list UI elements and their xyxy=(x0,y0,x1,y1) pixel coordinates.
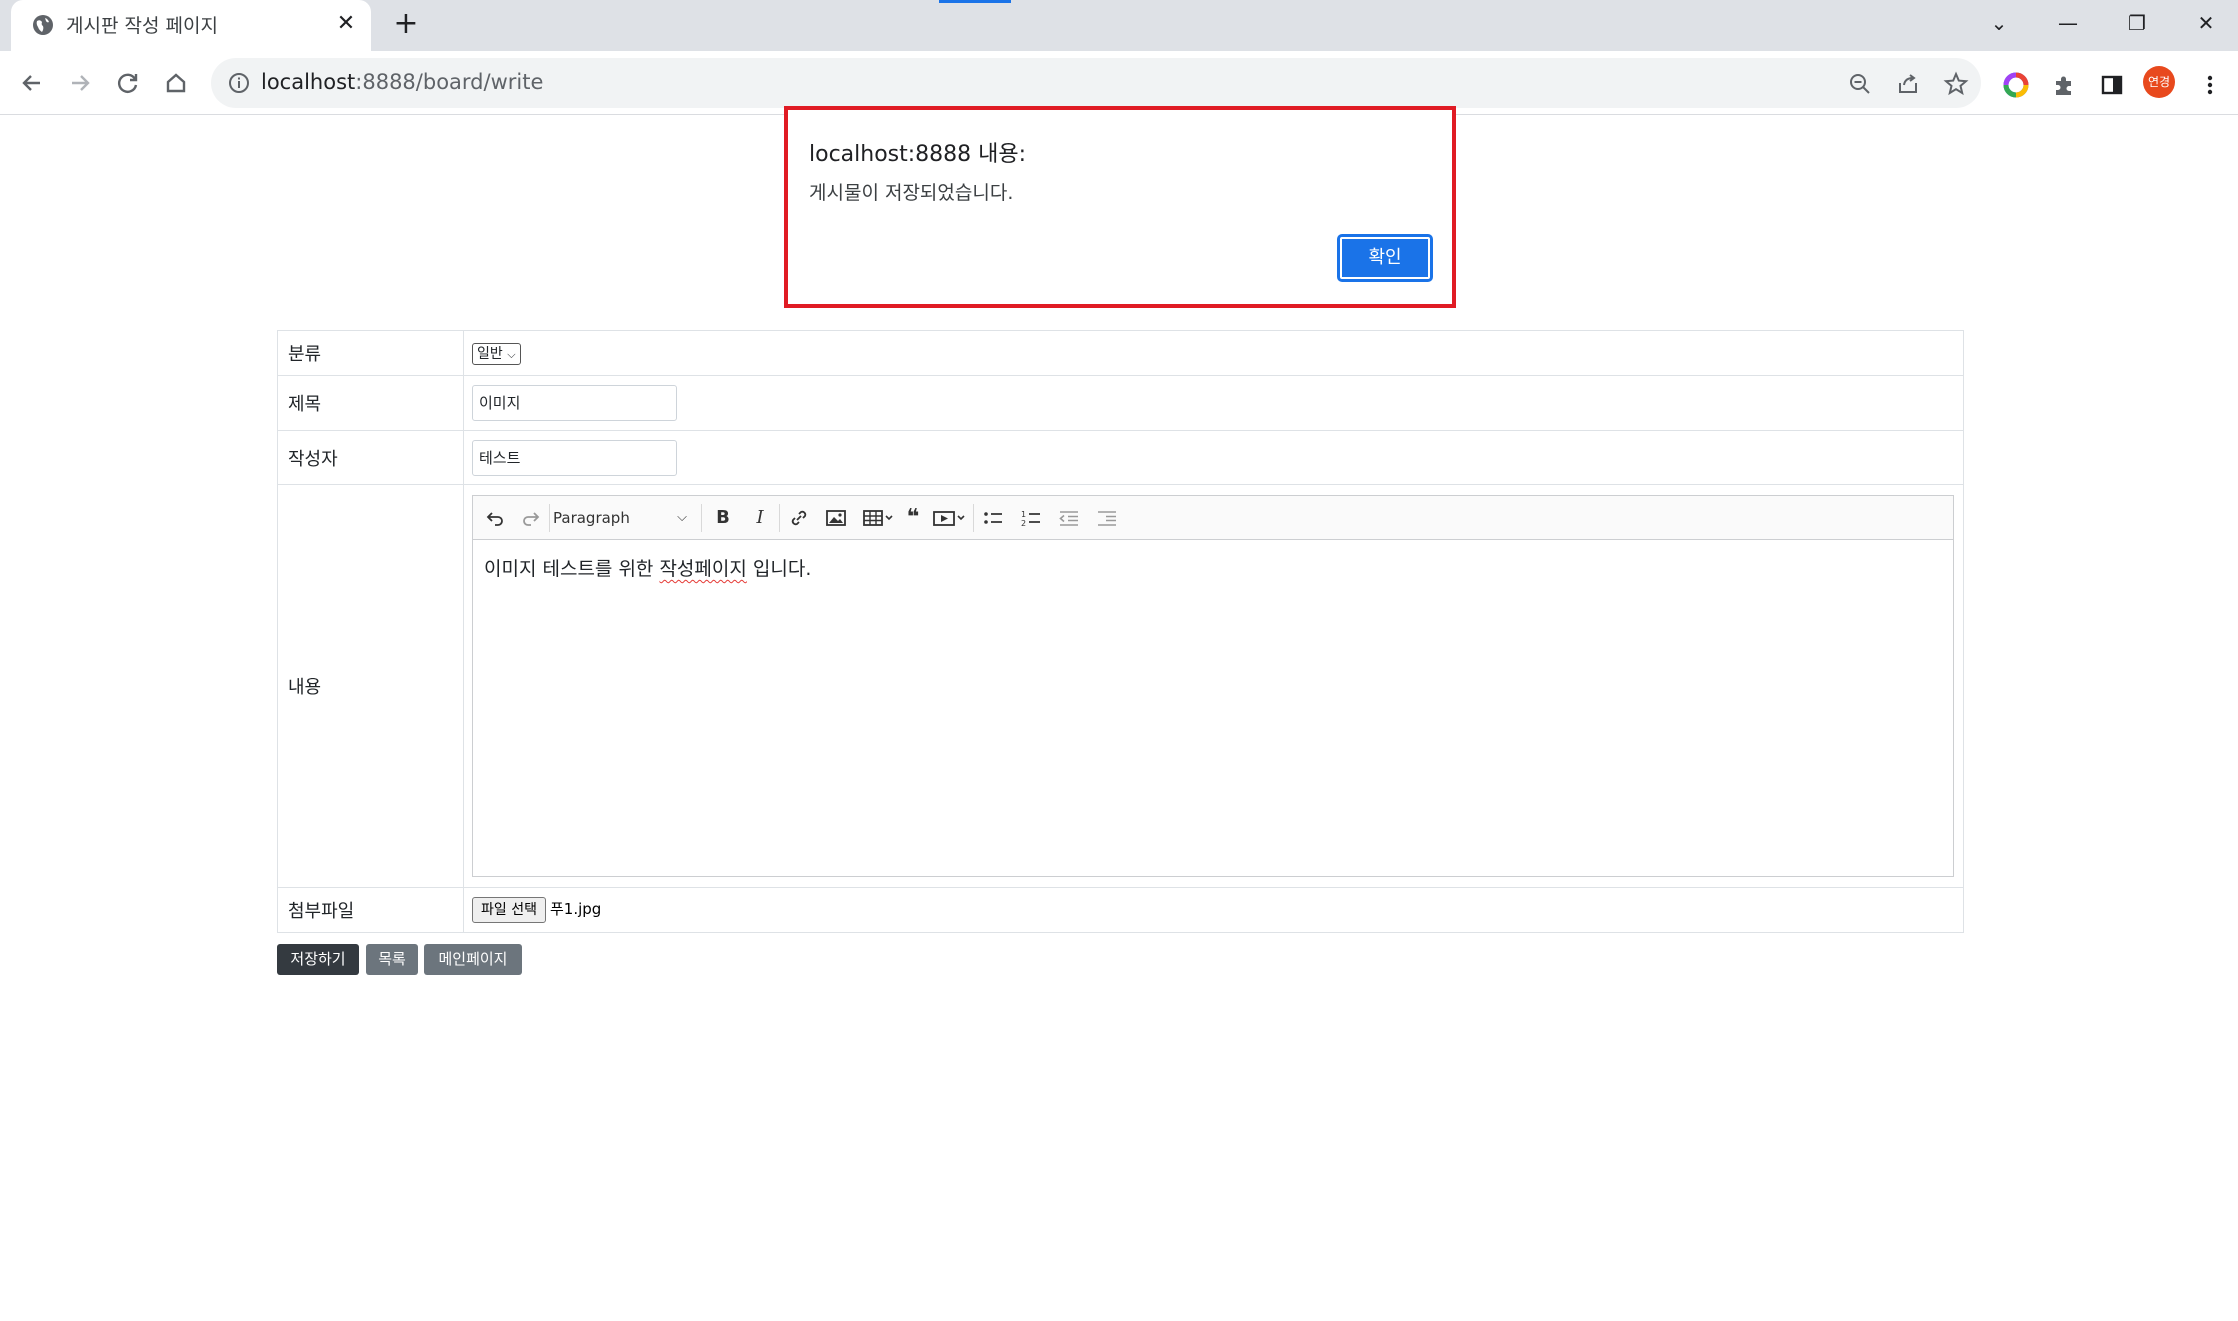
browser-tab[interactable]: 게시판 작성 페이지 ✕ xyxy=(11,0,371,51)
category-cell: 일반 ⌵ xyxy=(463,330,1964,376)
tab-search-icon[interactable]: ⌄ xyxy=(1979,6,2019,40)
toolbar-separator xyxy=(973,504,974,532)
link-icon[interactable] xyxy=(787,506,811,530)
author-cell: 테스트 xyxy=(463,430,1964,485)
rich-text-editor: Paragraph ⌵ B I ❝ 12 이미지 테스트를 위한 작성페이지 입… xyxy=(472,495,1954,877)
alert-dialog: localhost:8888 내용: 게시물이 저장되었습니다. 확인 xyxy=(788,110,1452,304)
content-row: 내용 Paragraph ⌵ B I ❝ 1 2 이미지 테스트를 위한 작성페… xyxy=(277,484,1964,888)
title-cell: 이미지 xyxy=(463,375,1964,431)
content-text-misspelled: 작성페이지 xyxy=(659,558,747,580)
zoom-out-icon[interactable] xyxy=(1847,71,1873,97)
italic-icon[interactable]: I xyxy=(748,506,772,530)
author-input[interactable]: 테스트 xyxy=(472,439,677,476)
site-info-icon[interactable] xyxy=(227,71,251,95)
file-select-button[interactable]: 파일 선택 xyxy=(472,897,546,923)
toolbar-separator xyxy=(549,504,550,532)
url-path: :8888/board/write xyxy=(355,70,544,94)
svg-text:2: 2 xyxy=(1021,519,1026,528)
category-row: 분류 일반 ⌵ xyxy=(277,330,1964,376)
editor-toolbar: Paragraph ⌵ B I ❝ 12 xyxy=(473,496,1953,540)
bold-icon[interactable]: B xyxy=(711,506,735,530)
color-extension-icon[interactable] xyxy=(2002,71,2030,99)
forward-icon[interactable] xyxy=(62,65,98,101)
content-text-after: 입니다. xyxy=(746,558,812,580)
restore-button[interactable]: ❐ xyxy=(2117,6,2157,40)
table-icon[interactable] xyxy=(861,506,895,530)
author-row: 작성자 테스트 xyxy=(277,430,1964,485)
media-embed-icon[interactable] xyxy=(931,506,967,530)
editor-content[interactable]: 이미지 테스트를 위한 작성페이지 입니다. xyxy=(473,540,1953,595)
chevron-down-icon: ⌵ xyxy=(507,347,516,361)
loading-indicator xyxy=(939,0,1011,3)
tab-close-icon[interactable]: ✕ xyxy=(333,11,359,37)
svg-text:1: 1 xyxy=(1021,510,1026,519)
outdent-icon[interactable] xyxy=(1057,506,1081,530)
attachment-cell: 파일 선택 푸1.jpg xyxy=(463,887,1964,933)
profile-avatar[interactable]: 연경 xyxy=(2143,66,2175,98)
title-label: 제목 xyxy=(277,375,464,431)
heading-dropdown[interactable]: Paragraph ⌵ xyxy=(553,506,693,530)
home-icon[interactable] xyxy=(158,65,194,101)
more-menu-icon[interactable] xyxy=(2196,71,2224,99)
address-bar[interactable]: localhost:8888/board/write xyxy=(211,58,1981,108)
minimize-button[interactable]: — xyxy=(2048,6,2088,40)
author-label: 작성자 xyxy=(277,430,464,485)
blockquote-icon[interactable]: ❝ xyxy=(901,506,925,530)
back-icon[interactable] xyxy=(14,65,50,101)
title-row: 제목 이미지 xyxy=(277,375,1964,431)
content-label: 내용 xyxy=(277,484,464,888)
file-name: 푸1.jpg xyxy=(549,900,602,918)
image-icon[interactable] xyxy=(824,506,848,530)
main-page-button[interactable]: 메인페이지 xyxy=(424,944,522,975)
toolbar-separator xyxy=(779,504,780,532)
reload-icon[interactable] xyxy=(110,65,146,101)
content-text-before: 이미지 테스트를 위한 xyxy=(484,558,660,580)
globe-icon xyxy=(33,15,53,35)
url-host: localhost xyxy=(261,70,356,94)
new-tab-button[interactable]: + xyxy=(390,9,422,41)
numbered-list-icon[interactable]: 12 xyxy=(1019,506,1043,530)
save-button[interactable]: 저장하기 xyxy=(277,944,359,975)
category-select[interactable]: 일반 ⌵ xyxy=(472,342,521,365)
indent-icon[interactable] xyxy=(1095,506,1119,530)
dialog-ok-button[interactable]: 확인 xyxy=(1337,234,1433,282)
category-value: 일반 xyxy=(477,345,503,362)
side-panel-icon[interactable] xyxy=(2098,71,2126,99)
list-button[interactable]: 목록 xyxy=(366,944,418,975)
heading-dropdown-value: Paragraph xyxy=(553,509,630,527)
toolbar-separator xyxy=(701,504,702,532)
undo-icon[interactable] xyxy=(483,506,507,530)
extensions-puzzle-icon[interactable] xyxy=(2050,71,2078,99)
board-write-form: 분류 일반 ⌵ 제목 이미지 작성자 테스트 내용 Paragraph ⌵ B … xyxy=(277,330,1964,933)
tab-strip: 게시판 작성 페이지 ✕ + ⌄ — ❐ ✕ xyxy=(0,0,2238,51)
bookmark-star-icon[interactable] xyxy=(1943,71,1969,97)
title-input[interactable]: 이미지 xyxy=(472,385,677,421)
dialog-message: 게시물이 저장되었습니다. xyxy=(809,182,1014,204)
window-close-button[interactable]: ✕ xyxy=(2186,6,2226,40)
url-text[interactable]: localhost:8888/board/write xyxy=(261,70,543,94)
chevron-down-icon: ⌵ xyxy=(677,510,687,525)
dialog-title: localhost:8888 내용: xyxy=(809,142,1027,167)
bulleted-list-icon[interactable] xyxy=(981,506,1005,530)
category-label: 분류 xyxy=(277,330,464,376)
redo-icon[interactable] xyxy=(519,506,543,530)
content-cell: Paragraph ⌵ B I ❝ 12 이미지 테스트를 위한 작성페이지 입… xyxy=(463,484,1964,888)
attachment-row: 첨부파일 파일 선택 푸1.jpg xyxy=(277,887,1964,933)
share-icon[interactable] xyxy=(1895,71,1921,97)
attachment-label: 첨부파일 xyxy=(277,887,464,933)
tab-title: 게시판 작성 페이지 xyxy=(66,15,218,37)
